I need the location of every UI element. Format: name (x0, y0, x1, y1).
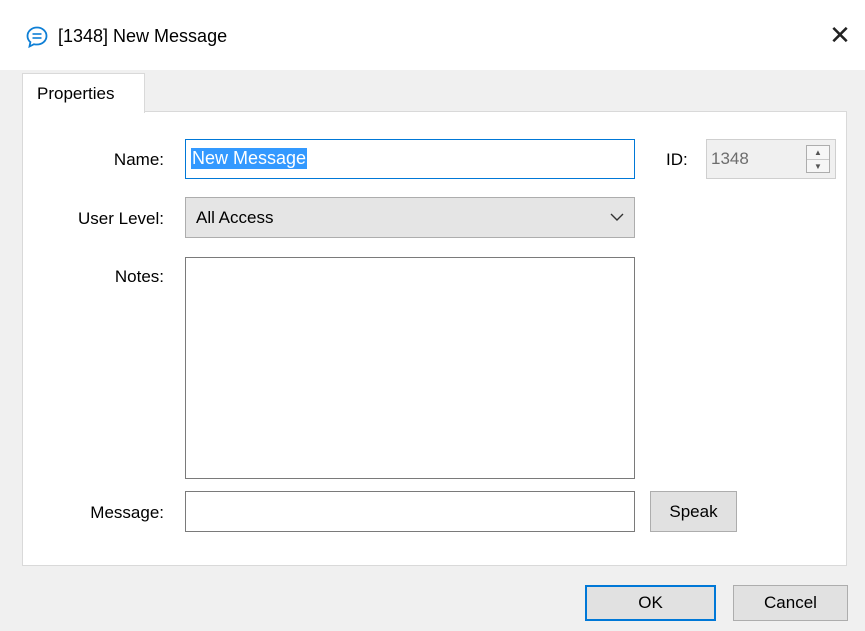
close-button[interactable]: ✕ (815, 12, 865, 58)
chat-bubble-icon (26, 26, 48, 49)
name-label: Name: (113, 150, 164, 169)
id-label: ID: (666, 150, 688, 169)
id-spinner[interactable]: ▲ ▼ (806, 145, 830, 173)
id-field: 1348 ▲ ▼ (706, 139, 836, 179)
chevron-down-icon (610, 213, 624, 221)
ok-button[interactable]: OK (585, 585, 716, 621)
tab-properties-label: Properties (37, 84, 115, 103)
speak-button[interactable]: Speak (650, 491, 737, 532)
cancel-button[interactable]: Cancel (733, 585, 848, 621)
name-field[interactable]: New Message (185, 139, 635, 179)
window-title: [1348] New Message (58, 26, 228, 46)
id-field-value: 1348 (711, 149, 749, 168)
notes-textarea[interactable] (185, 257, 635, 479)
user-level-value: All Access (196, 208, 274, 227)
message-label: Message: (90, 503, 164, 522)
user-level-label: User Level: (78, 209, 164, 228)
spinner-up-icon[interactable]: ▲ (807, 146, 829, 160)
spinner-down-icon[interactable]: ▼ (807, 160, 829, 173)
name-field-value: New Message (191, 148, 308, 169)
tab-properties[interactable]: Properties (22, 73, 145, 113)
title-bar: [1348] New Message ✕ (0, 0, 865, 70)
notes-label: Notes: (114, 267, 164, 286)
message-field[interactable] (185, 491, 635, 532)
user-level-select[interactable]: All Access (185, 197, 635, 238)
